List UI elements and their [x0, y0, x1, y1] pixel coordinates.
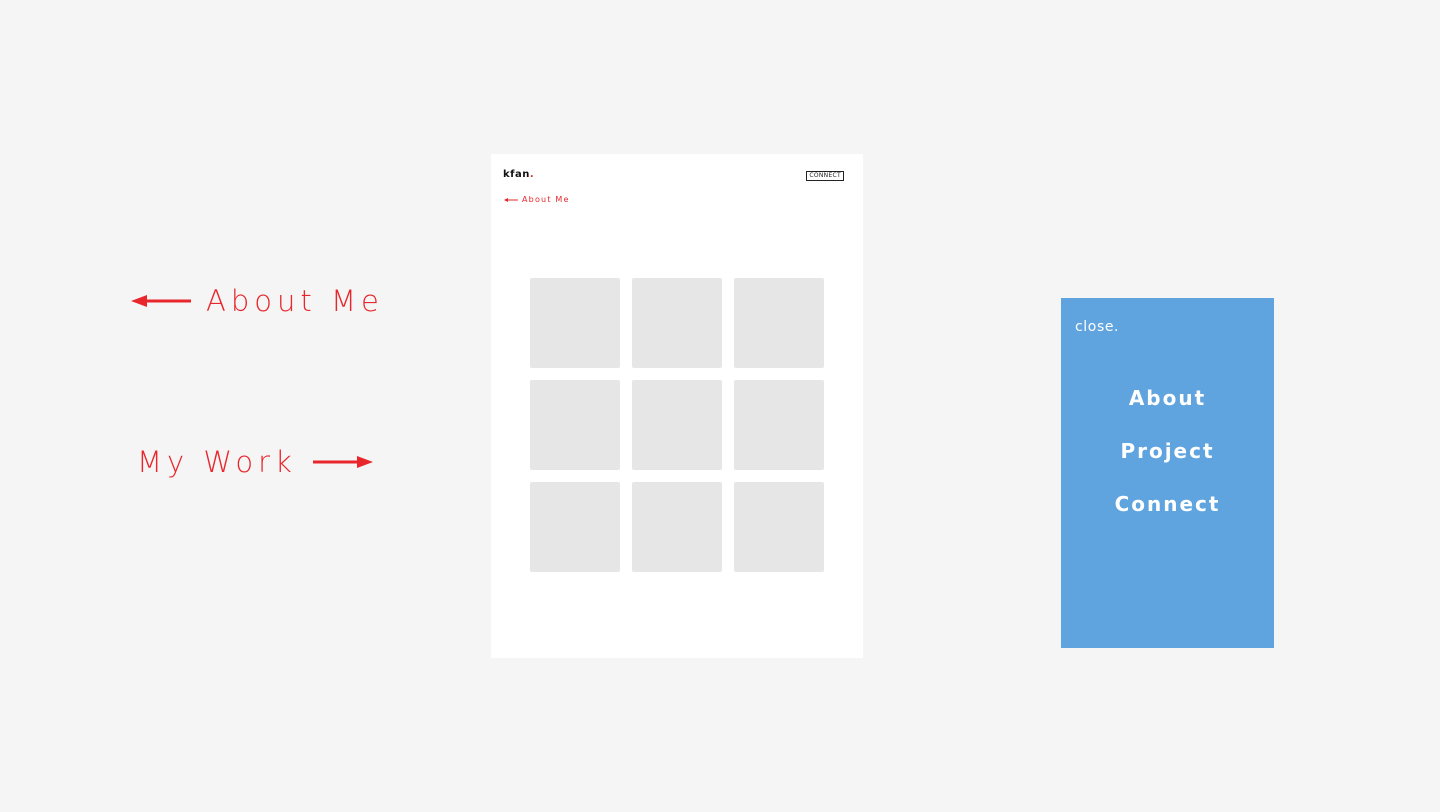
project-tile[interactable]	[632, 380, 722, 470]
logo[interactable]: kfan.	[503, 169, 534, 180]
arrow-right-icon	[312, 456, 373, 468]
arrow-left-icon	[504, 197, 518, 202]
project-tile[interactable]	[734, 380, 824, 470]
menu-item-project[interactable]: Project	[1061, 435, 1274, 488]
project-tile[interactable]	[530, 482, 620, 572]
logo-text: kfan	[503, 169, 530, 180]
about-me-annotation-label: About Me	[206, 284, 384, 318]
logo-dot: .	[529, 169, 535, 180]
connect-button[interactable]: CONNECT	[806, 171, 844, 181]
work-page-mockup: kfan. CONNECT About Me	[491, 154, 863, 658]
project-tile[interactable]	[632, 278, 722, 368]
my-work-annotation-label: My Work	[137, 445, 297, 479]
menu-list: About Project Connect	[1061, 382, 1274, 541]
project-tile[interactable]	[734, 482, 824, 572]
close-button[interactable]: close.	[1075, 319, 1119, 335]
mobile-menu-mockup: close. About Project Connect	[1061, 298, 1274, 648]
my-work-annotation: My Work	[137, 443, 373, 481]
arrow-left-icon	[131, 295, 191, 307]
menu-item-about[interactable]: About	[1061, 382, 1274, 435]
canvas: About Me My Work kfan. CONNECT About Me	[0, 0, 1440, 812]
about-me-link[interactable]: About Me	[504, 195, 570, 204]
about-me-annotation: About Me	[131, 282, 384, 320]
project-tile[interactable]	[530, 380, 620, 470]
project-tile[interactable]	[632, 482, 722, 572]
menu-item-connect[interactable]: Connect	[1061, 488, 1274, 541]
project-tile[interactable]	[530, 278, 620, 368]
project-grid	[530, 278, 824, 572]
about-me-link-label: About Me	[522, 195, 570, 204]
project-tile[interactable]	[734, 278, 824, 368]
